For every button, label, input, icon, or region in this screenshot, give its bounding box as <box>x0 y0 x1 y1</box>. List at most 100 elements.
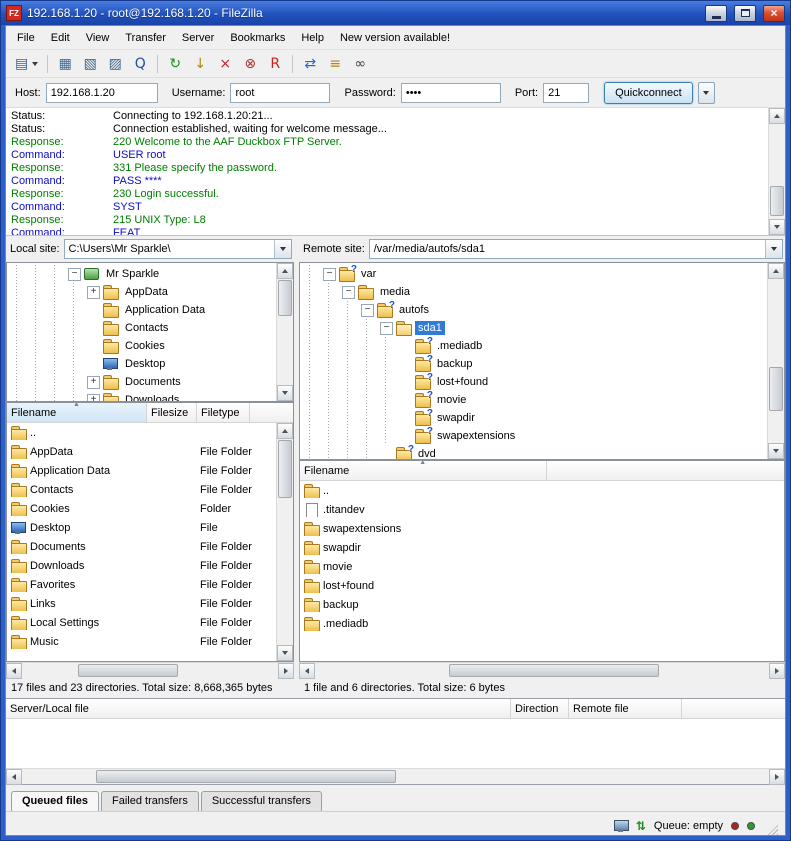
tree-item-media[interactable]: media <box>300 283 767 301</box>
scroll-thumb[interactable] <box>770 186 784 216</box>
toggle-queue-button[interactable]: Q <box>128 53 152 75</box>
cancel-button[interactable]: × <box>213 53 237 75</box>
scroll-down-button[interactable] <box>277 645 293 661</box>
tree-item-lost-found[interactable]: ?lost+found <box>300 373 767 391</box>
local-site-dropdown-button[interactable] <box>274 240 291 258</box>
expander-plus-icon[interactable] <box>83 391 102 401</box>
toggle-message-log-button[interactable]: ▦ <box>53 53 77 75</box>
file-row-swapextensions[interactable]: swapextensions <box>300 519 784 538</box>
scroll-down-button[interactable] <box>768 443 784 459</box>
column-header-filesize[interactable]: Filesize <box>147 403 197 422</box>
maximize-button[interactable] <box>734 5 756 22</box>
password-input[interactable] <box>401 83 501 103</box>
tree-item-backup[interactable]: ?backup <box>300 355 767 373</box>
title-bar[interactable]: 192.168.1.20 - root@192.168.1.20 - FileZ… <box>1 1 790 25</box>
scroll-right-button[interactable] <box>278 663 294 679</box>
remote-site-dropdown-button[interactable] <box>765 240 782 258</box>
file-row-music[interactable]: MusicFile Folder <box>7 632 276 651</box>
expander-minus-icon[interactable] <box>376 319 395 337</box>
scroll-up-button[interactable] <box>769 108 785 124</box>
quickconnect-dropdown-button[interactable] <box>698 82 715 104</box>
minimize-button[interactable] <box>705 5 727 22</box>
menu-item-new-version-available[interactable]: New version available! <box>332 28 458 48</box>
close-button[interactable] <box>763 5 785 22</box>
scroll-down-button[interactable] <box>277 385 293 401</box>
quickconnect-button[interactable]: Quickconnect <box>604 82 693 104</box>
file-row-movie[interactable]: movie <box>300 557 784 576</box>
file-row-cookies[interactable]: CookiesFolder <box>7 499 276 518</box>
scroll-thumb[interactable] <box>96 770 396 783</box>
tree-item-application-data[interactable]: Application Data <box>7 301 276 319</box>
menu-item-transfer[interactable]: Transfer <box>117 28 174 48</box>
expander-plus-icon[interactable] <box>83 373 102 391</box>
local-tree-scrollbar[interactable] <box>276 263 293 401</box>
file-row-application-data[interactable]: Application DataFile Folder <box>7 461 276 480</box>
file-row-item[interactable]: .. <box>7 423 276 442</box>
disconnect-button[interactable]: ⊗ <box>238 53 262 75</box>
menu-item-edit[interactable]: Edit <box>43 28 78 48</box>
username-input[interactable] <box>230 83 330 103</box>
tab-successful-transfers[interactable]: Successful transfers <box>201 791 322 811</box>
host-input[interactable] <box>46 83 158 103</box>
file-row-local-settings[interactable]: Local SettingsFile Folder <box>7 613 276 632</box>
scroll-down-button[interactable] <box>769 219 785 235</box>
scroll-left-button[interactable] <box>6 663 22 679</box>
scroll-right-button[interactable] <box>769 663 785 679</box>
tree-item-sda1[interactable]: sda1 <box>300 319 767 337</box>
scroll-up-button[interactable] <box>277 423 293 439</box>
file-row-item[interactable]: .. <box>300 481 784 500</box>
scroll-up-button[interactable] <box>768 263 784 279</box>
process-queue-button[interactable]: ↓ <box>188 53 212 75</box>
resize-grip[interactable] <box>763 824 778 836</box>
scroll-thumb[interactable] <box>278 440 292 498</box>
file-row-favorites[interactable]: FavoritesFile Folder <box>7 575 276 594</box>
file-row-backup[interactable]: backup <box>300 595 784 614</box>
file-row-downloads[interactable]: DownloadsFile Folder <box>7 556 276 575</box>
tab-failed-transfers[interactable]: Failed transfers <box>101 791 199 811</box>
reconnect-button[interactable]: R <box>263 53 287 75</box>
tree-item-var[interactable]: ?var <box>300 265 767 283</box>
scroll-up-button[interactable] <box>277 263 293 279</box>
column-header-direction[interactable]: Direction <box>511 699 569 718</box>
log-scrollbar[interactable] <box>768 108 785 235</box>
scroll-left-button[interactable] <box>6 769 22 785</box>
file-row-links[interactable]: LinksFile Folder <box>7 594 276 613</box>
menu-item-view[interactable]: View <box>78 28 118 48</box>
file-row-contacts[interactable]: ContactsFile Folder <box>7 480 276 499</box>
expander-plus-icon[interactable] <box>83 283 102 301</box>
speed-limits-icon[interactable]: ⇅ <box>636 820 646 832</box>
remote-tree-scrollbar[interactable] <box>767 263 784 459</box>
column-header-filetype[interactable]: Filetype <box>197 403 250 422</box>
synchronized-browsing-button[interactable]: ≡ <box>323 53 347 75</box>
file-row-lost-found[interactable]: lost+found <box>300 576 784 595</box>
tree-item-dvd[interactable]: ?dvd <box>300 445 767 459</box>
tree-item-desktop[interactable]: Desktop <box>7 355 276 373</box>
tree-item-autofs[interactable]: ?autofs <box>300 301 767 319</box>
menu-item-server[interactable]: Server <box>174 28 222 48</box>
menu-item-bookmarks[interactable]: Bookmarks <box>222 28 293 48</box>
queue-list[interactable] <box>6 719 785 768</box>
file-row-swapdir[interactable]: swapdir <box>300 538 784 557</box>
column-header-filename[interactable]: Filename <box>7 403 147 422</box>
scroll-thumb[interactable] <box>449 664 659 677</box>
toggle-remote-tree-button[interactable]: ▨ <box>103 53 127 75</box>
file-row-appdata[interactable]: AppDataFile Folder <box>7 442 276 461</box>
tree-item-appdata[interactable]: AppData <box>7 283 276 301</box>
tree-item-swapdir[interactable]: ?swapdir <box>300 409 767 427</box>
scroll-thumb[interactable] <box>78 664 178 677</box>
expander-minus-icon[interactable] <box>64 265 83 283</box>
file-row-titandev[interactable]: .titandev <box>300 500 784 519</box>
local-horizontal-scrollbar[interactable] <box>6 662 294 678</box>
file-row-mediadb[interactable]: .mediadb <box>300 614 784 633</box>
tree-item-movie[interactable]: ?movie <box>300 391 767 409</box>
computer-icon[interactable] <box>614 820 628 832</box>
tree-item-cookies[interactable]: Cookies <box>7 337 276 355</box>
tab-queued-files[interactable]: Queued files <box>11 791 99 811</box>
remote-horizontal-scrollbar[interactable] <box>299 662 785 678</box>
column-header-filename[interactable]: Filename <box>300 461 547 480</box>
tree-item-contacts[interactable]: Contacts <box>7 319 276 337</box>
search-button[interactable]: ∞ <box>348 53 372 75</box>
tree-item-mr-sparkle[interactable]: Mr Sparkle <box>7 265 276 283</box>
scroll-thumb[interactable] <box>769 367 783 411</box>
queue-horizontal-scrollbar[interactable] <box>6 768 785 784</box>
